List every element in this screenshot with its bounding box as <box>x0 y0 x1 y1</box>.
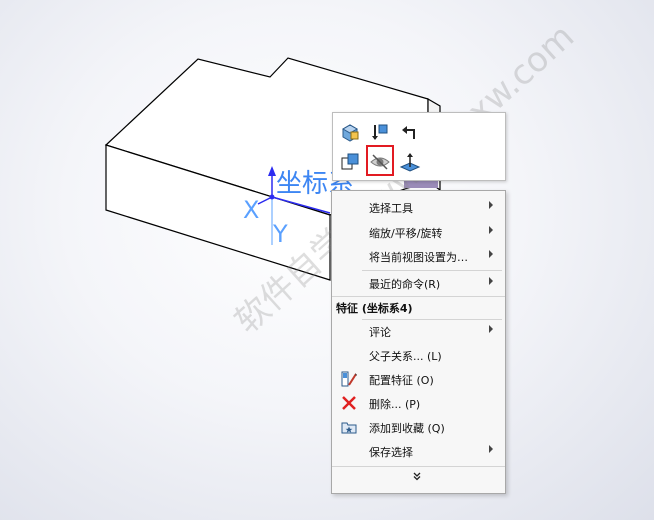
menu-item-parent-child[interactable]: 父子关系... (L) <box>332 343 505 367</box>
axis-y-label: Y <box>273 220 288 248</box>
copy-view-icon[interactable] <box>337 149 363 175</box>
context-menu: 选择工具 缩放/平移/旋转 将当前视图设置为… 最近的命令(R) 特征 (坐标系… <box>331 190 506 494</box>
menu-item-delete[interactable]: 删除... (P) <box>332 391 505 415</box>
menu-item-config-feature[interactable]: 配置特征 (O) <box>332 367 505 391</box>
favorites-folder-icon <box>341 422 357 434</box>
submenu-arrow-icon <box>489 277 493 285</box>
submenu-arrow-icon <box>489 445 493 453</box>
menu-item-recent-commands[interactable]: 最近的命令(R) <box>332 271 505 295</box>
normal-to-icon[interactable] <box>367 119 393 145</box>
go-back-icon[interactable] <box>397 119 423 145</box>
config-feature-icon <box>341 371 357 387</box>
delete-x-icon <box>342 396 356 410</box>
more-chevron-icon[interactable] <box>412 471 422 484</box>
menu-item-set-current-view[interactable]: 将当前视图设置为… <box>332 244 505 268</box>
axis-x-label: X <box>243 196 260 224</box>
submenu-arrow-icon <box>489 201 493 209</box>
menu-item-select-tools[interactable]: 选择工具 <box>332 195 505 219</box>
submenu-arrow-icon <box>489 250 493 258</box>
context-toolbar <box>332 112 506 181</box>
menu-separator <box>332 466 505 467</box>
menu-header-feature: 特征 (坐标系4) <box>336 302 413 315</box>
model-drawing: 软件自学网 www.rjzxw.com <box>104 17 582 342</box>
model-viewport[interactable]: 软件自学网 www.rjzxw.com 坐标系 X Y <box>0 0 654 520</box>
submenu-arrow-icon <box>489 325 493 333</box>
menu-item-save-selection[interactable]: 保存选择 <box>332 439 505 463</box>
menu-item-add-to-favorites[interactable]: 添加到收藏 (Q) <box>332 415 505 439</box>
appearance-icon[interactable] <box>337 119 363 145</box>
plane-normal-icon[interactable] <box>397 149 423 175</box>
highlight-box <box>366 145 394 176</box>
submenu-arrow-icon <box>489 226 493 234</box>
menu-item-zoom-pan-rotate[interactable]: 缩放/平移/旋转 <box>332 220 505 244</box>
menu-item-comment[interactable]: 评论 <box>332 319 505 343</box>
